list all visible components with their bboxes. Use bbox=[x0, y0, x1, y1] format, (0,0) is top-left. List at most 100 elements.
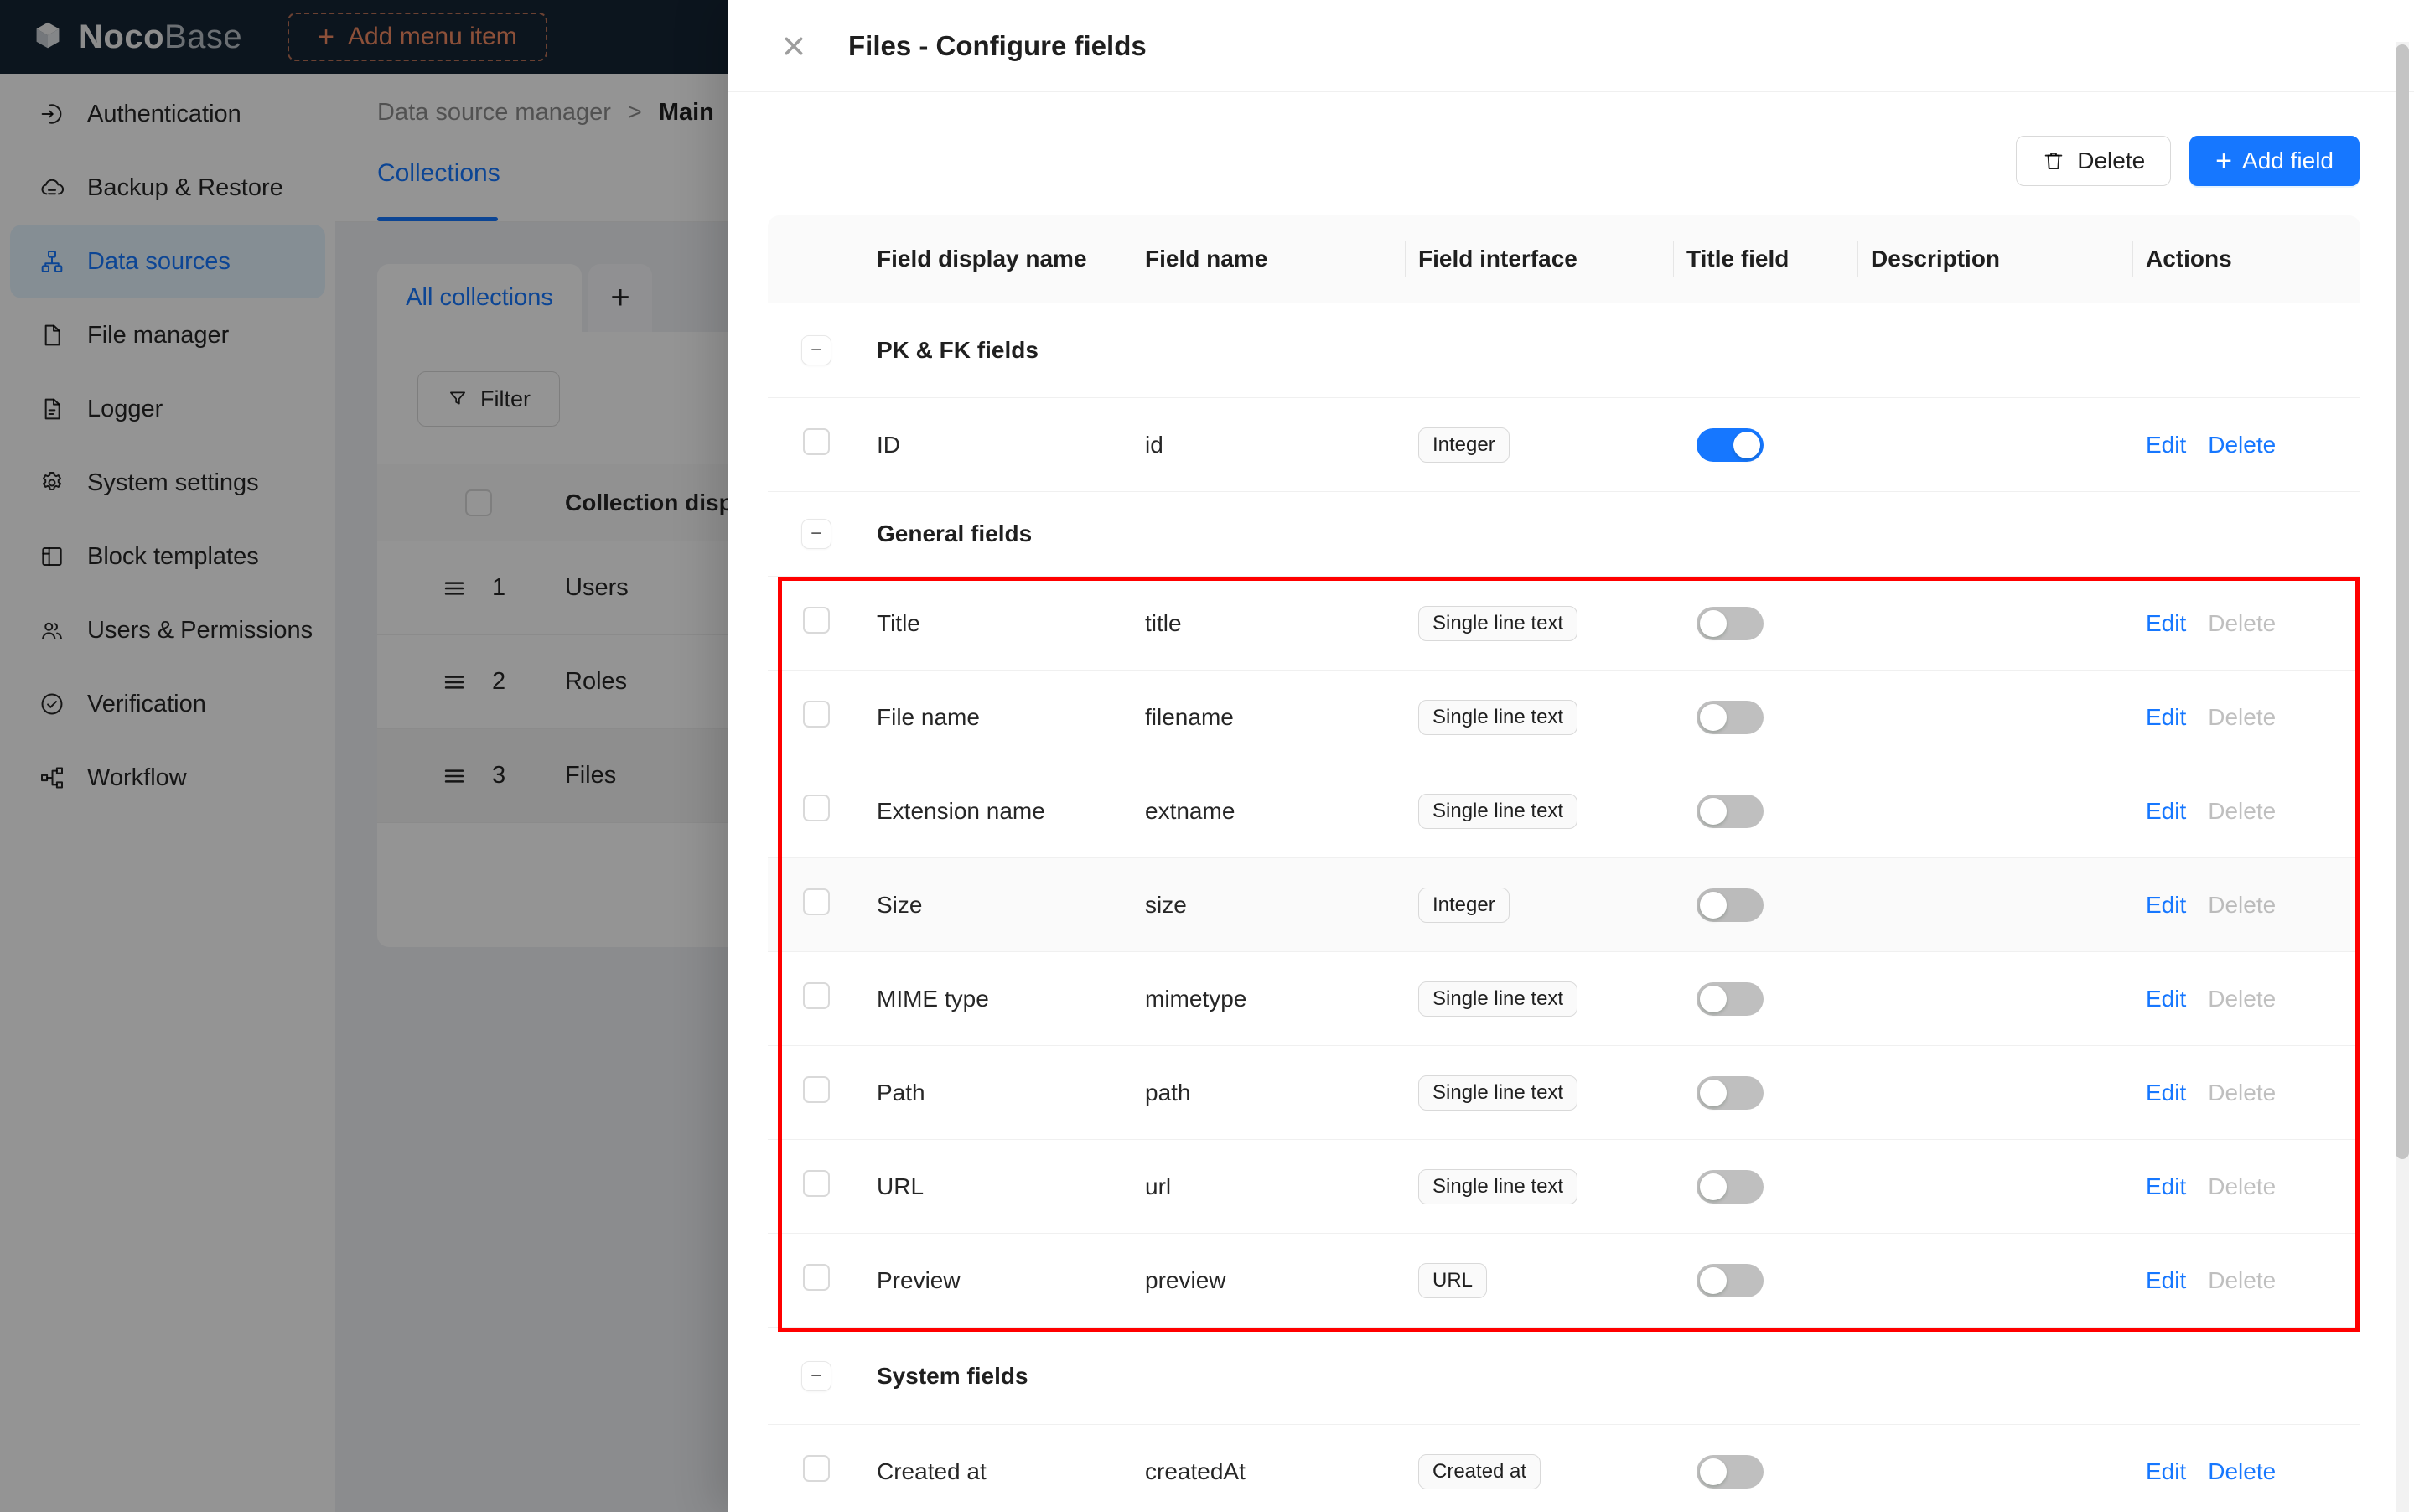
field-row-url: URL url Single line text Edit Delete bbox=[768, 1140, 2360, 1234]
edit-link[interactable]: Edit bbox=[2146, 892, 2186, 919]
edit-link[interactable]: Edit bbox=[2146, 986, 2186, 1012]
title-field-toggle[interactable] bbox=[1697, 606, 1764, 640]
row-checkbox[interactable] bbox=[803, 795, 830, 821]
delete-link[interactable]: Delete bbox=[2208, 1173, 2276, 1200]
delete-button[interactable]: Delete bbox=[2016, 136, 2172, 186]
field-name: size bbox=[1145, 891, 1187, 918]
field-name: title bbox=[1145, 609, 1182, 636]
field-name: extname bbox=[1145, 797, 1235, 824]
edit-link[interactable]: Edit bbox=[2146, 1458, 2186, 1485]
field-display-name: Extension name bbox=[877, 797, 1045, 824]
field-name: url bbox=[1145, 1173, 1172, 1199]
field-interface-tag: Single line text bbox=[1418, 793, 1578, 829]
field-display-name: Path bbox=[877, 1079, 925, 1106]
field-interface-tag: Single line text bbox=[1418, 605, 1578, 641]
field-name: preview bbox=[1145, 1266, 1226, 1293]
field-row-extension-name: Extension name extname Single line text … bbox=[768, 764, 2360, 858]
title-field-toggle[interactable] bbox=[1697, 794, 1764, 828]
field-display-name: URL bbox=[877, 1173, 925, 1199]
row-checkbox[interactable] bbox=[803, 982, 830, 1009]
row-checkbox[interactable] bbox=[803, 428, 830, 455]
row-checkbox[interactable] bbox=[803, 1264, 830, 1291]
field-row-title: Title title Single line text Edit Delete bbox=[768, 577, 2360, 671]
column-description: Description bbox=[1857, 246, 2132, 272]
delete-link[interactable]: Delete bbox=[2208, 704, 2276, 731]
close-icon[interactable] bbox=[774, 27, 813, 65]
title-field-toggle[interactable] bbox=[1697, 1454, 1764, 1489]
column-field-name: Field name bbox=[1132, 246, 1405, 272]
field-name: mimetype bbox=[1145, 985, 1247, 1012]
field-display-name: Size bbox=[877, 891, 923, 918]
edit-link[interactable]: Edit bbox=[2146, 610, 2186, 637]
title-field-toggle[interactable] bbox=[1697, 1169, 1764, 1204]
delete-link[interactable]: Delete bbox=[2208, 610, 2276, 637]
field-interface-tag: Integer bbox=[1418, 887, 1510, 923]
delete-link[interactable]: Delete bbox=[2208, 1267, 2276, 1294]
delete-link[interactable]: Delete bbox=[2208, 1458, 2276, 1485]
section-row-pk-fk-fields: − PK & FK fields bbox=[768, 303, 2360, 398]
drawer-toolbar: Delete + Add field bbox=[2016, 136, 2360, 186]
drawer-header: Files - Configure fields bbox=[728, 0, 2414, 92]
delete-link[interactable]: Delete bbox=[2208, 1080, 2276, 1106]
field-row-path: Path path Single line text Edit Delete bbox=[768, 1046, 2360, 1140]
collapse-section-button[interactable]: − bbox=[801, 519, 831, 549]
row-checkbox[interactable] bbox=[803, 701, 830, 728]
column-title-field: Title field bbox=[1673, 246, 1857, 272]
title-field-toggle[interactable] bbox=[1697, 1263, 1764, 1297]
section-label: PK & FK fields bbox=[877, 337, 1039, 363]
delete-link[interactable]: Delete bbox=[2208, 892, 2276, 919]
field-display-name: File name bbox=[877, 703, 980, 730]
row-checkbox[interactable] bbox=[803, 1076, 830, 1103]
minus-icon: − bbox=[810, 1364, 822, 1387]
column-field-display-name: Field display name bbox=[877, 246, 1087, 272]
field-row-id: ID id Integer Edit Delete bbox=[768, 398, 2360, 492]
field-name: path bbox=[1145, 1079, 1191, 1106]
field-row-mime-type: MIME type mimetype Single line text Edit… bbox=[768, 952, 2360, 1046]
drawer-title: Files - Configure fields bbox=[848, 29, 1147, 61]
row-checkbox[interactable] bbox=[803, 888, 830, 915]
section-row-system-fields: − System fields bbox=[768, 1328, 2360, 1425]
edit-link[interactable]: Edit bbox=[2146, 432, 2186, 458]
field-name: createdAt bbox=[1145, 1458, 1246, 1484]
row-checkbox[interactable] bbox=[803, 1455, 830, 1482]
minus-icon: − bbox=[810, 339, 822, 361]
collapse-section-button[interactable]: − bbox=[801, 335, 831, 365]
section-label: System fields bbox=[877, 1362, 1028, 1389]
plus-icon: + bbox=[2215, 144, 2233, 177]
edit-link[interactable]: Edit bbox=[2146, 704, 2186, 731]
fields-table: Field display name Field name Field inte… bbox=[768, 215, 2360, 1512]
field-interface-tag: Single line text bbox=[1418, 981, 1578, 1017]
field-row-file-name: File name filename Single line text Edit… bbox=[768, 671, 2360, 764]
row-checkbox[interactable] bbox=[803, 607, 830, 634]
field-display-name: Title bbox=[877, 609, 920, 636]
title-field-toggle[interactable] bbox=[1697, 1075, 1764, 1110]
section-row-general-fields: − General fields bbox=[768, 492, 2360, 577]
title-field-toggle[interactable] bbox=[1697, 981, 1764, 1016]
title-field-toggle[interactable] bbox=[1697, 888, 1764, 922]
delete-link[interactable]: Delete bbox=[2208, 798, 2276, 825]
edit-link[interactable]: Edit bbox=[2146, 798, 2186, 825]
delete-button-label: Delete bbox=[2077, 148, 2146, 173]
field-display-name: Preview bbox=[877, 1266, 961, 1293]
field-interface-tag: URL bbox=[1418, 1262, 1488, 1298]
column-field-interface: Field interface bbox=[1405, 246, 1673, 272]
edit-link[interactable]: Edit bbox=[2146, 1080, 2186, 1106]
collapse-section-button[interactable]: − bbox=[801, 1360, 831, 1391]
edit-link[interactable]: Edit bbox=[2146, 1173, 2186, 1200]
field-row-created-at: Created at createdAt Created at Edit Del… bbox=[768, 1425, 2360, 1512]
row-checkbox[interactable] bbox=[803, 1170, 830, 1197]
scrollbar-thumb[interactable] bbox=[2396, 44, 2409, 1159]
field-interface-tag: Single line text bbox=[1418, 699, 1578, 735]
field-display-name: MIME type bbox=[877, 985, 989, 1012]
delete-link[interactable]: Delete bbox=[2208, 432, 2276, 458]
add-field-button[interactable]: + Add field bbox=[2189, 136, 2360, 186]
field-display-name: Created at bbox=[877, 1458, 987, 1484]
title-field-toggle[interactable] bbox=[1697, 700, 1764, 734]
field-interface-tag: Single line text bbox=[1418, 1074, 1578, 1111]
trash-icon bbox=[2042, 149, 2065, 173]
delete-link[interactable]: Delete bbox=[2208, 986, 2276, 1012]
edit-link[interactable]: Edit bbox=[2146, 1267, 2186, 1294]
title-field-toggle[interactable] bbox=[1697, 427, 1764, 462]
fields-table-header-row: Field display name Field name Field inte… bbox=[768, 215, 2360, 303]
minus-icon: − bbox=[810, 522, 822, 545]
